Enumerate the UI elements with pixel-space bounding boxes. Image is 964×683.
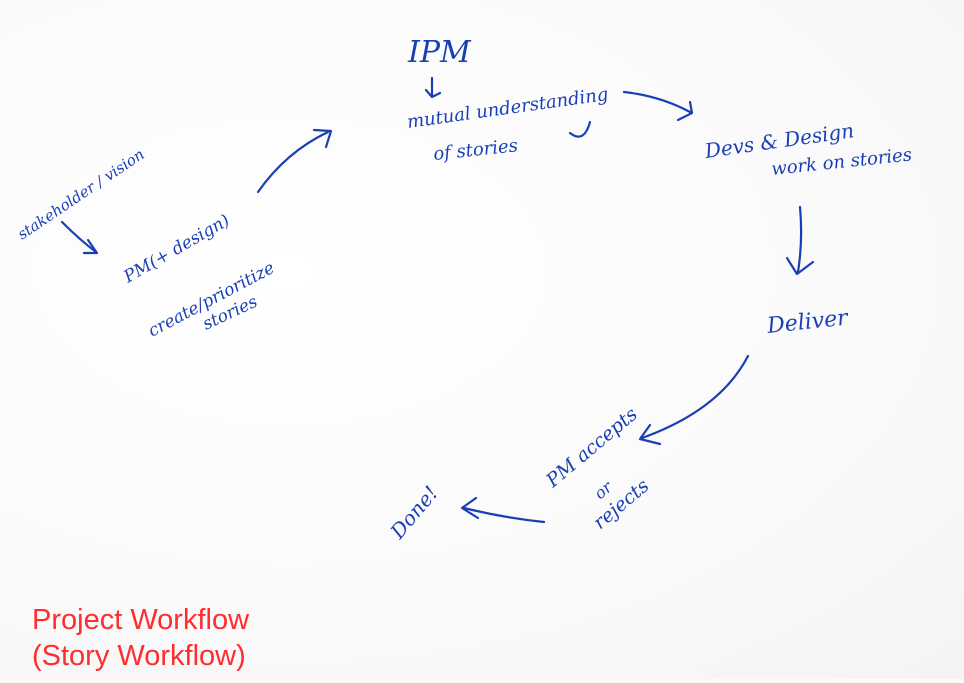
ipm-label: IPM — [407, 35, 472, 70]
whiteboard-canvas: IPM mutual understanding of stories Devs… — [0, 0, 964, 679]
workflow-diagram: IPM mutual understanding of stories Devs… — [14, 35, 913, 544]
mutual-underline-stroke — [568, 120, 592, 138]
mutual-understanding-label: mutual understanding — [406, 84, 610, 133]
pm-design-label: PM(+ design) — [120, 211, 234, 288]
pm-accepts-label: PM accepts — [541, 403, 642, 492]
arrow-to-devs — [622, 90, 692, 114]
ipm-down-arrow — [424, 76, 442, 99]
arrow-to-pm-accepts — [640, 354, 750, 440]
caption-subtitle: (Story Workflow) — [32, 640, 246, 672]
done-label: Done! — [385, 481, 443, 544]
caption-title: Project Workflow — [32, 604, 250, 636]
arrow-to-deliver — [796, 205, 803, 274]
arrow-to-done — [462, 506, 546, 524]
deliver-label: Deliver — [765, 306, 850, 340]
arrow-to-pm-design — [60, 220, 98, 254]
arrow-to-ipm — [256, 130, 330, 194]
stakeholder-vision-label: stakeholder / vision — [14, 145, 147, 243]
diagram-caption: Project Workflow (Story Workflow) — [32, 602, 352, 674]
of-stories-label: of stories — [432, 135, 519, 165]
